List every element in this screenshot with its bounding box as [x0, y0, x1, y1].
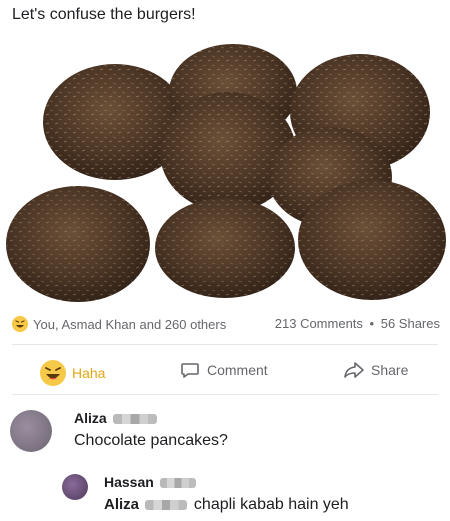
- reaction-summary[interactable]: You, Asmad Khan and 260 others: [12, 316, 226, 332]
- post-text: Let's confuse the burgers!: [12, 6, 196, 23]
- avatar[interactable]: [62, 474, 88, 500]
- haha-button[interactable]: Haha: [40, 360, 105, 386]
- share-label: Share: [371, 362, 409, 378]
- avatar[interactable]: [10, 410, 52, 452]
- reaction-stats: You, Asmad Khan and 260 others 213 Comme…: [0, 316, 450, 336]
- comment-author[interactable]: Aliza: [74, 410, 107, 426]
- comment-text: Chocolate pancakes?: [74, 432, 228, 449]
- reply-mention[interactable]: Aliza: [104, 496, 139, 513]
- blurred-surname: [145, 499, 188, 510]
- share-button[interactable]: Share: [343, 360, 408, 380]
- comment-icon: [181, 363, 199, 378]
- divider-bottom: [12, 394, 438, 395]
- haha-icon: [40, 360, 66, 386]
- reply-body: Aliza chapli kabab hain yeh: [104, 496, 349, 514]
- separator-dot: •: [369, 316, 375, 331]
- shares-count[interactable]: 56 Shares: [381, 316, 440, 331]
- reply-text: chapli kabab hain yeh: [193, 496, 349, 513]
- comment-item: Aliza Chocolate pancakes?: [74, 410, 228, 450]
- haha-reaction-icon: [12, 316, 28, 332]
- reply-item: Hassan Aliza chapli kabab hain yeh: [104, 474, 349, 514]
- comment-label: Comment: [207, 362, 268, 378]
- blurred-surname: [113, 413, 158, 424]
- share-icon: [344, 362, 364, 378]
- comment-share-counts: 213 Comments • 56 Shares: [275, 316, 440, 331]
- post-photo[interactable]: [0, 32, 450, 304]
- reply-author[interactable]: Hassan: [104, 474, 154, 490]
- divider-top: [12, 344, 438, 345]
- comment-button[interactable]: Comment: [180, 360, 268, 380]
- blurred-surname: [160, 477, 197, 488]
- reaction-summary-text: You, Asmad Khan and 260 others: [33, 316, 227, 332]
- comments-count[interactable]: 213 Comments: [275, 316, 363, 331]
- action-bar: Haha Comment Share: [0, 352, 450, 392]
- haha-label: Haha: [72, 365, 106, 381]
